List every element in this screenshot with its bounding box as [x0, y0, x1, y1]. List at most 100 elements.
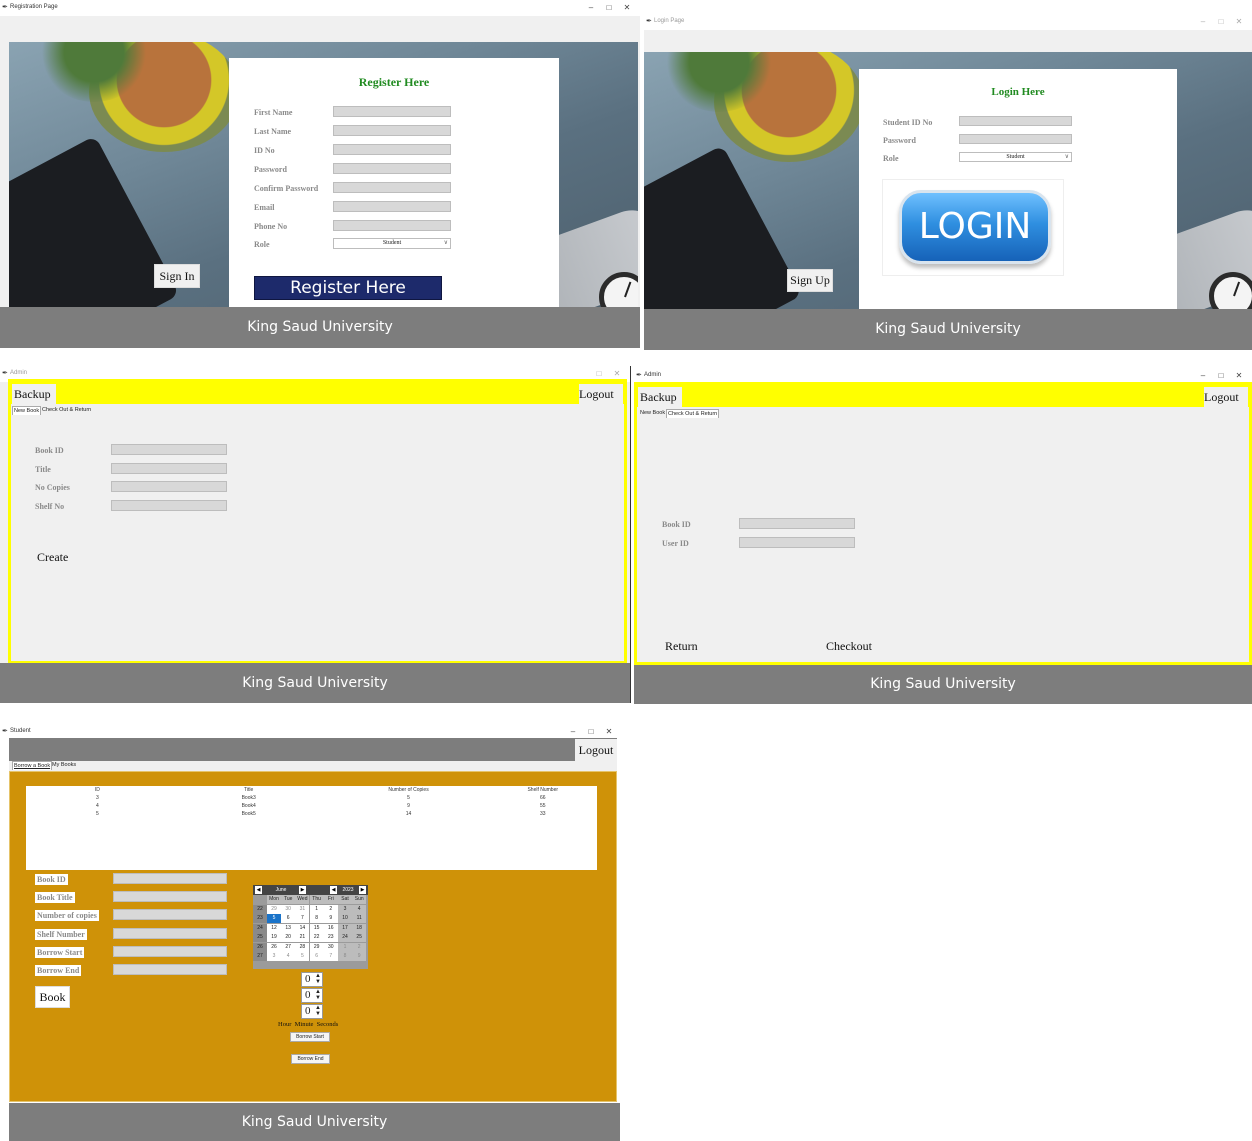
calendar-day[interactable]: 21	[295, 933, 310, 942]
book-title-input[interactable]	[113, 891, 227, 902]
calendar-day[interactable]: 31	[295, 904, 310, 914]
column-header[interactable]: ID	[26, 786, 169, 794]
close-icon[interactable]: ✕	[600, 726, 618, 738]
calendar-day[interactable]: 3	[267, 952, 281, 961]
close-icon[interactable]: ✕	[1230, 370, 1248, 382]
password-input[interactable]	[959, 134, 1072, 144]
calendar-day[interactable]: 7	[295, 914, 310, 923]
logout-button[interactable]: Logout	[579, 384, 623, 404]
minimize-icon[interactable]: –	[1194, 16, 1212, 28]
role-select[interactable]: Student ∨	[333, 238, 451, 249]
email-input[interactable]	[333, 201, 451, 212]
calendar-day[interactable]: 3	[338, 904, 352, 914]
calendar-day[interactable]: 8	[338, 952, 352, 961]
tab-check-out-return[interactable]: Check Out & Return	[666, 409, 720, 418]
prev-year-icon[interactable]: ◀	[330, 886, 337, 894]
next-year-icon[interactable]: ▶	[359, 886, 366, 894]
student-id-input[interactable]	[959, 116, 1072, 126]
tab-new-book[interactable]: New Book	[12, 406, 42, 415]
password-input[interactable]	[333, 163, 451, 174]
calendar-day[interactable]: 6	[281, 914, 296, 923]
maximize-icon[interactable]: □	[582, 726, 600, 738]
no-copies-input[interactable]	[111, 481, 227, 492]
calendar-day[interactable]: 29	[267, 904, 281, 914]
register-button[interactable]: Register Here	[254, 276, 442, 300]
tab-check-out-return[interactable]: Check Out & Return	[41, 406, 92, 415]
checkout-button[interactable]: Checkout	[826, 639, 872, 654]
create-button[interactable]: Create	[37, 550, 68, 565]
spinner-arrows-icon[interactable]: ▲ ▼	[315, 1005, 321, 1017]
spinner-arrows-icon[interactable]: ▲ ▼	[315, 973, 321, 985]
book-id-input[interactable]	[113, 873, 227, 884]
tab-borrow-a-book[interactable]: Borrow a Book	[12, 761, 53, 770]
calendar-day[interactable]: 1	[309, 904, 324, 914]
calendar-day[interactable]: 10	[338, 914, 352, 923]
calendar-day[interactable]: 9	[352, 952, 367, 961]
minimize-icon[interactable]: –	[564, 726, 582, 738]
calendar-day[interactable]: 26	[267, 942, 281, 952]
shelf-number-input[interactable]	[113, 928, 227, 939]
first-name-input[interactable]	[333, 106, 451, 117]
tab-my-books[interactable]: My Books	[51, 761, 77, 770]
calendar-day[interactable]: 4	[281, 952, 296, 961]
calendar-day[interactable]: 12	[267, 923, 281, 933]
next-month-icon[interactable]: ▶	[299, 886, 306, 894]
backup-button[interactable]: Backup	[12, 384, 56, 404]
calendar-day[interactable]: 20	[281, 933, 296, 942]
calendar-day[interactable]: 30	[281, 904, 296, 914]
title-input[interactable]	[111, 463, 227, 474]
calendar-day[interactable]: 7	[323, 952, 338, 961]
calendar-day[interactable]: 2	[352, 942, 367, 952]
shelf-no-input[interactable]	[111, 500, 227, 511]
confirm-password-input[interactable]	[333, 182, 451, 193]
column-header[interactable]: Shelf Number	[489, 786, 598, 794]
borrow-start-button[interactable]: Borrow Start	[290, 1032, 330, 1042]
borrow-start-input[interactable]	[113, 946, 227, 957]
book-id-input[interactable]	[739, 518, 855, 529]
calendar-day[interactable]: 30	[323, 942, 338, 952]
close-icon[interactable]: ✕	[618, 2, 636, 14]
borrow-end-button[interactable]: Borrow End	[291, 1054, 330, 1064]
tab-new-book[interactable]: New Book	[639, 409, 666, 418]
book-button[interactable]: Book	[35, 986, 70, 1008]
book-id-input[interactable]	[111, 444, 227, 455]
hour-spinbox[interactable]: 0 ▲ ▼	[301, 972, 323, 987]
column-header[interactable]: Title	[169, 786, 329, 794]
user-id-input[interactable]	[739, 537, 855, 548]
calendar-day[interactable]: 19	[267, 933, 281, 942]
calendar-day[interactable]: 9	[323, 914, 338, 923]
calendar-day[interactable]: 15	[309, 923, 324, 933]
calendar-day[interactable]: 8	[309, 914, 324, 923]
calendar-day[interactable]: 24	[338, 933, 352, 942]
phone-no-input[interactable]	[333, 220, 451, 231]
logout-button[interactable]: Logout	[575, 739, 617, 761]
column-header[interactable]: Number of Copies	[329, 786, 489, 794]
prev-month-icon[interactable]: ◀	[255, 886, 262, 894]
calendar-day[interactable]: 16	[323, 923, 338, 933]
seconds-spinbox[interactable]: 0 ▲ ▼	[301, 1004, 323, 1019]
calendar-day[interactable]: 18	[352, 923, 367, 933]
close-icon[interactable]: ✕	[1230, 16, 1248, 28]
borrow-end-input[interactable]	[113, 964, 227, 975]
sign-up-button[interactable]: Sign Up	[787, 269, 833, 292]
calendar-day[interactable]: 23	[323, 933, 338, 942]
calendar-day[interactable]: 5	[295, 952, 310, 961]
calendar-day[interactable]: 27	[281, 942, 296, 952]
id-no-input[interactable]	[333, 144, 451, 155]
return-button[interactable]: Return	[665, 639, 698, 654]
calendar-day[interactable]: 4	[352, 904, 367, 914]
minute-spinbox[interactable]: 0 ▲ ▼	[301, 988, 323, 1003]
calendar-day[interactable]: 13	[281, 923, 296, 933]
calendar-day[interactable]: 1	[338, 942, 352, 952]
calendar-day[interactable]: 29	[309, 942, 324, 952]
last-name-input[interactable]	[333, 125, 451, 136]
logout-button[interactable]: Logout	[1204, 387, 1248, 407]
table-row[interactable]: 3 Book3 5 66	[26, 794, 597, 802]
sign-in-button[interactable]: Sign In	[154, 264, 200, 288]
role-select[interactable]: Student ∨	[959, 152, 1072, 162]
calendar-day[interactable]: 17	[338, 923, 352, 933]
calendar-day[interactable]: 22	[309, 933, 324, 942]
minimize-icon[interactable]: –	[1194, 370, 1212, 382]
calendar-day[interactable]: 2	[323, 904, 338, 914]
table-row[interactable]: 5 Book5 14 33	[26, 810, 597, 818]
